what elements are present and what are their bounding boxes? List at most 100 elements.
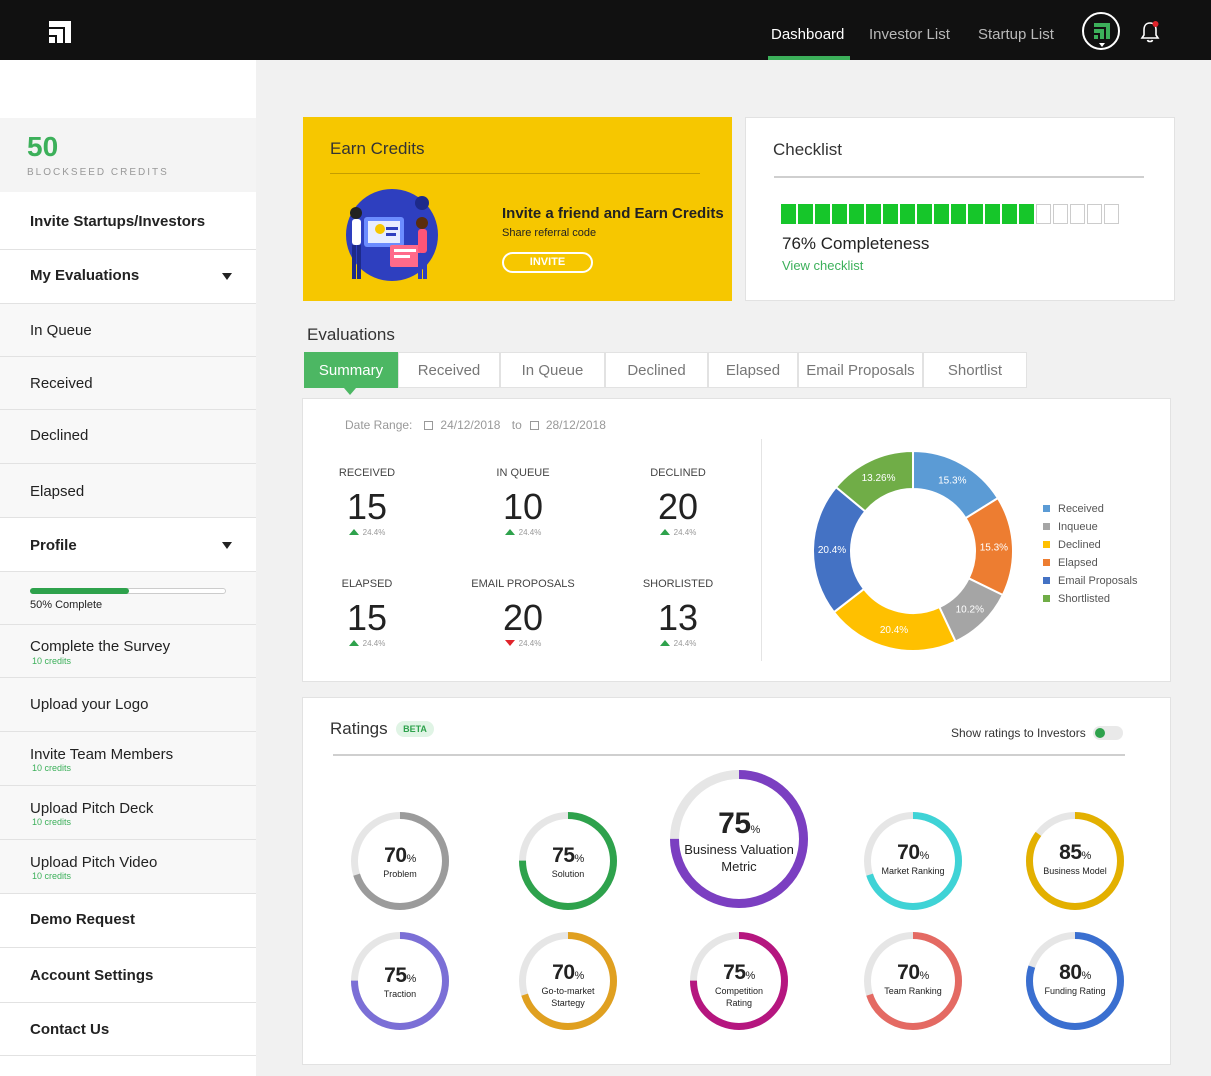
task-credits: 10 credits [32, 656, 72, 666]
evaluations-summary-panel: Date Range: 24/12/2018 to 28/12/2018 RECEI… [302, 398, 1171, 682]
user-avatar-icon[interactable] [1082, 12, 1120, 50]
checklist-completeness: 76% Completeness [782, 234, 930, 253]
gauge-value: 70% [897, 961, 929, 984]
nav-dashboard[interactable]: Dashboard [771, 26, 844, 43]
stat-elapsed: ELAPSED 15 24.4% [297, 578, 437, 648]
legend-swatch [1043, 577, 1050, 584]
sidebar-item-received[interactable]: Received [0, 357, 256, 410]
checklist-box [1002, 204, 1017, 224]
stat-label: SHORLISTED [642, 578, 714, 590]
beta-badge: BETA [396, 721, 434, 737]
stat-value: 15 [346, 486, 388, 527]
sidebar-item-in-queue[interactable]: In Queue [0, 304, 256, 357]
sidebar-task-logo[interactable]: Upload your Logo [0, 678, 256, 732]
sidebar-item-label: Declined [30, 427, 89, 444]
chevron-down-icon [222, 273, 232, 280]
trend-up-icon [348, 640, 359, 646]
checklist-box [968, 204, 983, 224]
tab-email-proposals[interactable]: Email Proposals [798, 352, 923, 388]
gauge-text: 75% Traction [350, 964, 450, 1000]
sidebar-item-label: Account Settings [30, 967, 154, 984]
checklist-box [900, 204, 915, 224]
invite-button[interactable]: INVITE [502, 252, 593, 273]
progress-fill [30, 588, 129, 594]
gauge-label: Competition Rating [714, 986, 764, 1008]
donut-data-label: 20.4% [818, 545, 846, 556]
sidebar-task-pitch-video[interactable]: Upload Pitch Video 10 credits [0, 840, 256, 894]
gauge-label: Business Valuation Metric [684, 842, 794, 874]
legend-label: Shortlisted [1058, 593, 1110, 605]
tab-in-queue[interactable]: In Queue [500, 352, 605, 388]
view-checklist-link[interactable]: View checklist [782, 258, 863, 273]
stat-change: 24.4% [453, 639, 593, 648]
gauge-value: 70% [552, 961, 584, 984]
date-range[interactable]: Date Range: 24/12/2018 to 28/12/2018 [345, 418, 606, 432]
tab-shortlist[interactable]: Shortlist [923, 352, 1027, 388]
trend-down-icon [504, 640, 515, 646]
sidebar-task-team[interactable]: Invite Team Members 10 credits [0, 732, 256, 786]
divider [761, 439, 762, 661]
gauge-text: 75% Business Valuation Metric [669, 807, 809, 875]
checklist-card: Checklist 76% Completeness View checklis… [745, 117, 1175, 301]
task-credits: 10 credits [32, 817, 72, 827]
sidebar-item-demo-request[interactable]: Demo Request [0, 894, 256, 948]
checklist-box [1087, 204, 1102, 224]
checklist-box [849, 204, 864, 224]
sidebar-item-my-evaluations[interactable]: My Evaluations [0, 250, 256, 304]
show-ratings-label: Show ratings to Investors [951, 726, 1086, 740]
sidebar-item-invite[interactable]: Invite Startups/Investors [0, 192, 256, 250]
date-from[interactable]: 24/12/2018 [440, 418, 500, 432]
trend-up-icon [348, 529, 359, 535]
tab-received[interactable]: Received [398, 352, 500, 388]
nav-investor-list[interactable]: Investor List [869, 26, 950, 43]
show-ratings-toggle[interactable] [1093, 726, 1123, 740]
gauge-text: 75% Competition Rating [689, 961, 789, 1009]
gauge-label: Traction [383, 989, 417, 999]
credits-box: 50 BLOCKSEED CREDITS [0, 118, 256, 192]
legend-item: Elapsed [1043, 557, 1137, 575]
sidebar-item-profile[interactable]: Profile [0, 518, 256, 572]
legend-item: Shortlisted [1043, 593, 1137, 611]
stat-received: RECEIVED 15 24.4% [297, 467, 437, 537]
stat-change: 24.4% [297, 639, 437, 648]
checklist-box [815, 204, 830, 224]
earn-subtext: Share referral code [502, 227, 597, 239]
donut-data-label: 15.3% [938, 476, 966, 487]
sidebar-item-declined[interactable]: Declined [0, 410, 256, 464]
tab-summary[interactable]: Summary [304, 352, 398, 388]
sidebar-task-pitch-deck[interactable]: Upload Pitch Deck 10 credits [0, 786, 256, 840]
checklist-box [1036, 204, 1051, 224]
bell-icon[interactable] [1139, 20, 1161, 44]
gauge-value: 80% [1059, 961, 1091, 984]
donut-data-label: 13.26% [862, 473, 896, 484]
tab-declined[interactable]: Declined [605, 352, 708, 388]
legend-swatch [1043, 559, 1050, 566]
sidebar-task-survey[interactable]: Complete the Survey 10 credits [0, 625, 256, 678]
nav-startup-list[interactable]: Startup List [978, 26, 1054, 43]
task-label: Upload your Logo [30, 696, 149, 713]
gauge-value: 75% [723, 961, 755, 984]
gauge-text: 75% Solution [518, 844, 618, 880]
blockseed-logo-icon[interactable] [47, 19, 73, 45]
sidebar-item-account-settings[interactable]: Account Settings [0, 948, 256, 1003]
gauge-text: 70% Team Ranking [863, 961, 963, 997]
legend-swatch [1043, 523, 1050, 530]
task-label: Upload Pitch Video [30, 854, 158, 871]
stat-value: 20 [502, 597, 544, 638]
sidebar-item-contact-us[interactable]: Contact Us [0, 1003, 256, 1056]
stat-change-value: 24.4% [362, 639, 386, 648]
earn-credits-card: Earn Credits Invite a friend and Earn Cr… [303, 117, 732, 301]
evaluations-donut-chart: 15.3% 15.3% 10.2% 20.4% 20.4% 13.26% [812, 449, 1014, 652]
sidebar-item-label: Elapsed [30, 483, 85, 500]
sidebar-item-elapsed[interactable]: Elapsed [0, 464, 256, 518]
stat-value: 20 [657, 486, 699, 527]
evaluations-title: Evaluations [307, 325, 395, 344]
tab-elapsed[interactable]: Elapsed [708, 352, 798, 388]
checklist-box [798, 204, 813, 224]
legend-swatch [1043, 505, 1050, 512]
nav-active-indicator [768, 56, 850, 60]
date-to[interactable]: 28/12/2018 [546, 418, 606, 432]
divider [774, 176, 1144, 178]
credits-label: BLOCKSEED CREDITS [27, 167, 169, 178]
stat-value: 15 [346, 597, 388, 638]
